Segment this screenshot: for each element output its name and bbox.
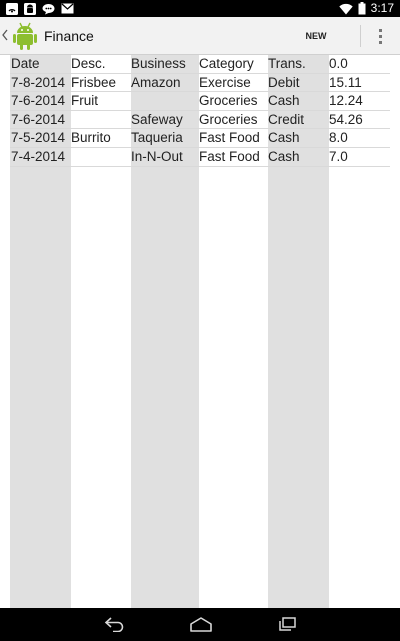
cell-date: 7-6-2014 — [11, 111, 66, 127]
cell-business: Amazon — [131, 74, 181, 90]
android-app-icon[interactable] — [11, 21, 39, 51]
cell-date: 7-6-2014 — [11, 93, 66, 109]
cell-date: 7-5-2014 — [11, 130, 66, 146]
cell-trans: Cash — [268, 148, 300, 164]
header-total: 0.0 — [329, 56, 348, 71]
recent-apps-icon[interactable] — [262, 608, 312, 641]
table-row[interactable]: 7-6-2014 Safeway Groceries Credit 54.26 — [10, 111, 390, 130]
header-category: Category — [199, 56, 254, 71]
cell-desc: Frisbee — [71, 74, 117, 90]
status-bar: 3:17 — [0, 0, 400, 17]
cell-amount: 7.0 — [329, 148, 348, 164]
table-header-row: Date Desc. Business Category Trans. 0.0 — [10, 55, 390, 74]
cell-amount: 54.26 — [329, 111, 363, 127]
cell-business: Safeway — [131, 111, 183, 127]
wifi-icon — [338, 3, 353, 15]
home-icon[interactable] — [176, 608, 226, 641]
action-bar: Finance NEW TRANSACTION — [0, 17, 400, 79]
cell-trans: Cash — [268, 93, 300, 109]
cell-date: 7-4-2014 — [11, 148, 66, 164]
cell-amount: 12.24 — [329, 93, 363, 109]
transactions-list: Date Desc. Business Category Trans. 0.0 … — [0, 55, 400, 608]
app-title: Finance — [44, 28, 94, 44]
cell-category: Fast Food — [199, 148, 260, 164]
table-row[interactable]: 7-5-2014 Burrito Taqueria Fast Food Cash… — [10, 129, 390, 148]
android-icon — [24, 2, 36, 15]
cell-category: Exercise — [199, 74, 251, 90]
cell-desc: Burrito — [71, 130, 111, 146]
cell-business: In-N-Out — [131, 148, 183, 164]
chat-icon — [42, 3, 55, 14]
action-bar-divider — [360, 25, 361, 47]
email-icon — [61, 3, 74, 14]
wifi-signal-icon — [6, 2, 18, 15]
cell-amount: 15.11 — [329, 74, 362, 90]
table-row[interactable]: 7-8-2014 Frisbee Amazon Exercise Debit 1… — [10, 74, 390, 93]
overflow-menu-icon[interactable] — [368, 17, 394, 55]
up-caret-icon[interactable] — [2, 29, 8, 41]
table-row[interactable]: 7-4-2014 In-N-Out Fast Food Cash 7.0 — [10, 148, 390, 167]
cell-trans: Cash — [268, 130, 300, 146]
system-icons: 3:17 — [338, 0, 394, 17]
notification-icons — [6, 2, 74, 15]
header-date: Date — [11, 56, 40, 71]
header-business: Business — [131, 56, 186, 71]
cell-desc: Fruit — [71, 93, 98, 109]
cell-category: Fast Food — [199, 130, 260, 146]
cell-category: Groceries — [199, 93, 258, 109]
cell-date: 7-8-2014 — [11, 74, 66, 90]
cell-business: Taqueria — [131, 130, 183, 146]
header-trans: Trans. — [268, 56, 306, 71]
table-row[interactable]: 7-6-2014 Fruit Groceries Cash 12.24 — [10, 92, 390, 111]
clock: 3:17 — [370, 1, 394, 15]
back-icon[interactable] — [90, 608, 140, 641]
battery-icon — [358, 2, 366, 15]
header-desc: Desc. — [71, 56, 106, 71]
transactions-table: Date Desc. Business Category Trans. 0.0 … — [10, 55, 390, 167]
cell-trans: Credit — [268, 111, 305, 127]
navigation-bar — [0, 608, 400, 641]
cell-trans: Debit — [268, 74, 300, 90]
new-transaction-button[interactable]: NEW TRANSACTION — [272, 17, 360, 79]
cell-amount: 8.0 — [329, 130, 348, 146]
cell-category: Groceries — [199, 111, 258, 127]
